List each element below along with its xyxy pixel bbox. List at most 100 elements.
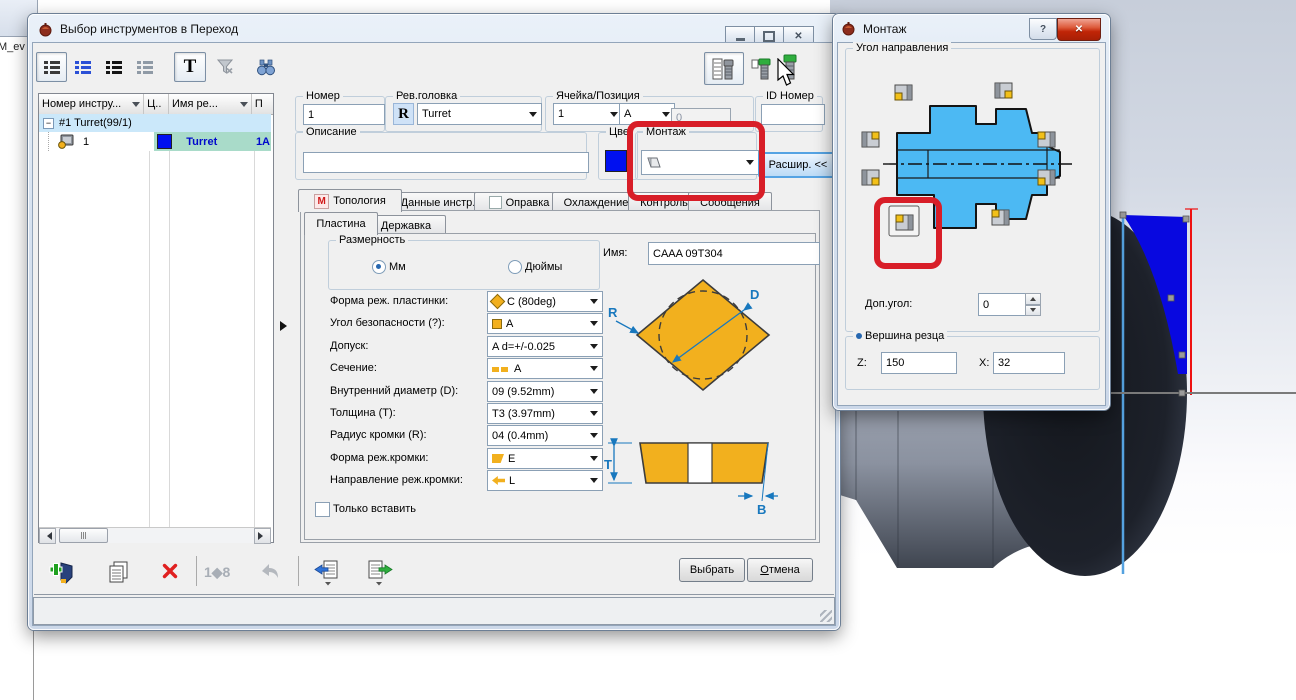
select-button[interactable]: Выбрать xyxy=(679,558,745,582)
tool-name: Turret xyxy=(186,135,218,148)
spin-down-icon[interactable] xyxy=(1025,304,1041,316)
view-compact-button[interactable] xyxy=(98,52,129,82)
edge-shape-combo[interactable]: E xyxy=(487,448,603,469)
filter-button[interactable] xyxy=(209,52,240,82)
export-tools-button[interactable] xyxy=(367,559,393,587)
scroll-right-button[interactable] xyxy=(254,527,271,544)
station-combo[interactable]: 1 xyxy=(553,103,623,125)
turret-label: Рев.головка xyxy=(393,90,461,102)
z-field[interactable]: 150 xyxy=(881,352,957,374)
subtab-insert[interactable]: Пластина xyxy=(304,212,378,235)
toolbar-separator xyxy=(196,556,197,586)
delete-tool-button[interactable] xyxy=(161,562,181,582)
table-row-tool[interactable]: 1 Turret 1A xyxy=(39,132,271,151)
chevron-down-icon xyxy=(590,389,598,398)
spin-up-icon[interactable] xyxy=(1025,293,1041,305)
expander-icon[interactable]: − xyxy=(43,117,54,129)
scroll-left-button[interactable] xyxy=(39,527,56,544)
orientation-top-right[interactable] xyxy=(994,82,1013,99)
orientation-bottom-right[interactable] xyxy=(991,209,1010,226)
show-tool-table-button[interactable] xyxy=(704,52,744,85)
radio-mm-label: Мм xyxy=(389,261,406,273)
chevron-down-icon xyxy=(590,456,598,465)
extra-angle-spinner[interactable] xyxy=(1025,293,1041,316)
expand-button[interactable]: Расшир. << xyxy=(758,152,838,178)
turret-combo[interactable]: Turret xyxy=(417,103,542,125)
import-tools-button[interactable] xyxy=(314,559,340,587)
column-header-name[interactable]: Имя ре... xyxy=(169,94,252,114)
table-hscrollbar[interactable] xyxy=(39,527,271,544)
edge-direction-combo[interactable]: L xyxy=(487,470,603,491)
view-simple-button[interactable] xyxy=(129,52,160,82)
cancel-button[interactable]: Отмена xyxy=(747,558,813,582)
tool-table[interactable]: Номер инстру... Ц.. Имя ре... П − #1 Tur… xyxy=(38,93,274,544)
column-header-color[interactable]: Ц.. xyxy=(144,94,169,114)
tab-topology[interactable]: M Топология xyxy=(298,189,402,212)
help-button[interactable]: ? xyxy=(1029,18,1057,40)
orientation-top-left[interactable] xyxy=(894,84,913,101)
tool-cell-number: 1 xyxy=(48,132,154,151)
scrollbar-thumb[interactable] xyxy=(59,528,108,543)
relief-angle-combo[interactable]: A xyxy=(487,313,603,334)
view-list-blue-button[interactable] xyxy=(67,52,98,82)
id-field[interactable] xyxy=(761,104,825,125)
copy-tool-button[interactable] xyxy=(106,560,130,586)
cross-section-combo[interactable]: A xyxy=(487,358,603,379)
binoculars-icon xyxy=(257,59,275,75)
tab-cooling[interactable]: Охлаждение xyxy=(552,192,640,212)
view-details-button[interactable] xyxy=(36,52,67,82)
resize-grip[interactable] xyxy=(820,610,832,622)
label-r: R xyxy=(608,305,618,320)
holder-box-icon xyxy=(488,196,502,209)
turning-tool-icon xyxy=(58,134,74,149)
column-header-number[interactable]: Номер инстру... xyxy=(39,94,145,114)
undo-button[interactable] xyxy=(259,562,281,584)
description-field[interactable] xyxy=(303,152,589,173)
annotation-selected-orientation xyxy=(874,197,942,269)
x-field[interactable]: 32 xyxy=(993,352,1065,374)
chevron-down-icon xyxy=(590,344,598,353)
number-field[interactable]: 1 xyxy=(303,104,385,125)
renumber-button[interactable]: 1◆8 xyxy=(204,564,230,581)
corner-radius-combo[interactable]: 04 (0.4mm) xyxy=(487,425,603,446)
orientation-right-upper[interactable] xyxy=(1037,131,1056,148)
search-tools-button[interactable] xyxy=(250,52,282,82)
insert-shape-combo[interactable]: C (80deg) xyxy=(487,291,603,312)
show-tool-button[interactable] xyxy=(746,54,778,84)
tolerance-combo[interactable]: A d=+/-0.025 xyxy=(487,336,603,357)
chevron-down-icon xyxy=(529,111,537,121)
text-mode-button[interactable]: T xyxy=(174,52,206,82)
insert-only-label: Только вставить xyxy=(333,503,417,515)
background-window-edge xyxy=(33,630,34,700)
x-label: X: xyxy=(979,357,990,369)
thickness-combo[interactable]: T3 (3.97mm) xyxy=(487,403,603,424)
orientation-left-upper[interactable] xyxy=(861,131,880,148)
mouse-cursor xyxy=(777,58,795,86)
param-label: Направление реж.кромки: xyxy=(330,473,463,486)
insert-only-checkbox[interactable] xyxy=(315,502,330,517)
param-label: Сечение: xyxy=(330,361,377,374)
splitter-arrow-icon[interactable] xyxy=(280,321,292,331)
orientation-left-lower[interactable] xyxy=(861,169,880,186)
radio-inch[interactable] xyxy=(508,260,522,274)
tool-selection-dialog: Выбор инструментов в Переход ✕ T Номер и… xyxy=(28,14,840,630)
insert-diagram: R D T B xyxy=(604,278,778,517)
add-tool-button[interactable] xyxy=(48,558,76,586)
close-button[interactable]: ✕ xyxy=(1057,18,1101,41)
color-swatch[interactable] xyxy=(605,150,627,172)
table-row-group[interactable]: − #1 Turret(99/1) xyxy=(39,114,271,132)
add-tool-icon xyxy=(49,562,73,584)
column-header-pos[interactable]: П xyxy=(252,94,273,114)
tab-holder[interactable]: Оправка xyxy=(474,192,564,212)
tab-tool-data[interactable]: Данные инстр. xyxy=(390,192,486,212)
group-row-label: #1 Turret(99/1) xyxy=(59,117,132,129)
inner-diameter-combo[interactable]: 09 (9.52mm) xyxy=(487,381,603,402)
subtab-shank[interactable]: Державка xyxy=(366,215,446,235)
chevron-down-icon xyxy=(590,411,598,420)
param-label: Радиус кромки (R): xyxy=(330,428,427,441)
tool-cell-rest: Turret 1A xyxy=(154,132,271,151)
orientation-right-lower[interactable] xyxy=(1037,169,1056,186)
tool-pos: 1A xyxy=(255,135,270,148)
extra-angle-label: Доп.угол: xyxy=(865,298,913,310)
radio-mm[interactable] xyxy=(372,260,386,274)
